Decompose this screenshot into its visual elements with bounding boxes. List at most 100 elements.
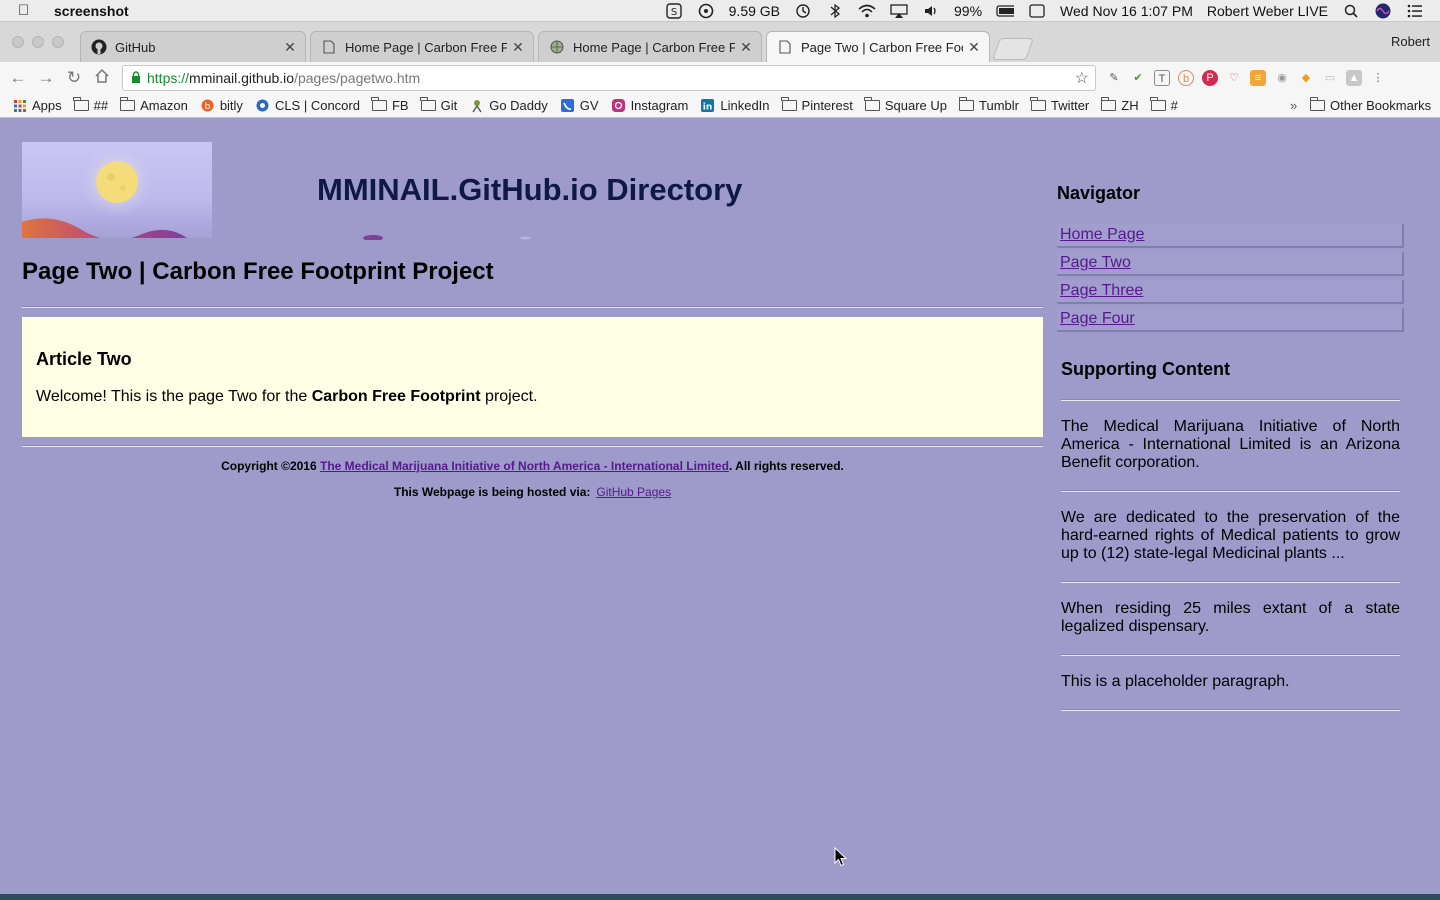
bookmark-label: Apps (32, 98, 62, 113)
bookmark-folder-tumblr[interactable]: Tumblr (958, 97, 1019, 113)
close-tab-icon[interactable]: ✕ (739, 39, 753, 56)
bookmark-go-daddy[interactable]: Go Daddy (469, 98, 548, 113)
bookmark-gv[interactable]: GV (560, 98, 599, 113)
bookmark-folder-hashhash[interactable]: ## (73, 97, 108, 113)
bookmark-star-icon[interactable]: ☆ (1075, 68, 1089, 88)
nav-link-home-page[interactable]: Home Page (1057, 224, 1404, 248)
siri-icon[interactable] (1374, 3, 1392, 19)
orange-diamond-extension-icon[interactable]: ◆ (1298, 70, 1314, 86)
bookmark-apps[interactable]: Apps (12, 98, 62, 113)
user-extension-icon[interactable]: ▲ (1346, 70, 1362, 86)
bookmark-folder-zh[interactable]: ZH (1100, 97, 1139, 113)
bookmark-folder-fb[interactable]: FB (371, 97, 409, 113)
orange-square-extension-icon[interactable]: ≡ (1250, 70, 1266, 86)
mouse-cursor-icon (834, 847, 848, 867)
nav-link-page-two[interactable]: Page Two (1057, 252, 1404, 276)
bookmark-label: GV (579, 98, 599, 113)
reload-icon[interactable]: ↻ (60, 68, 88, 88)
pinterest-icon[interactable]: P (1202, 70, 1218, 86)
new-tab-button[interactable] (991, 38, 1035, 60)
home-icon[interactable] (88, 68, 116, 89)
wifi-icon[interactable] (858, 3, 876, 19)
bookmarks-overflow-icon[interactable]: » (1290, 98, 1297, 113)
google-voice-icon (560, 99, 575, 112)
bookmark-folder-pinterest[interactable]: Pinterest (781, 97, 853, 113)
other-bookmarks-label: Other Bookmarks (1330, 98, 1432, 113)
s-app-icon[interactable]: S (665, 2, 683, 19)
address-bar[interactable]: https:// mminail.github.io /pages/pagetw… (122, 65, 1096, 91)
bookmark-folder-hash[interactable]: # (1150, 97, 1178, 113)
close-tab-icon[interactable]: ✕ (283, 39, 297, 56)
airplay-icon[interactable] (890, 3, 908, 19)
disk-usage-icon[interactable] (697, 3, 715, 19)
forward-icon[interactable]: → (32, 68, 60, 88)
folder-icon (119, 97, 136, 111)
folder-icon (1309, 97, 1325, 111)
folder-icon (371, 97, 387, 111)
divider (22, 306, 1043, 308)
desktop-background-strip (0, 894, 1440, 900)
bookmark-cls-concord[interactable]: CLS | Concord (255, 98, 360, 113)
organization-link[interactable]: The Medical Marijuana Initiative of Nort… (320, 459, 729, 473)
other-bookmarks-folder[interactable]: Other Bookmarks (1309, 97, 1432, 113)
bookmark-folder-square-up[interactable]: Square Up (864, 97, 947, 113)
minimize-window-button[interactable] (32, 36, 44, 48)
divider (1061, 709, 1400, 711)
t-extension-icon[interactable]: T (1154, 70, 1170, 86)
clock[interactable]: Wed Nov 16 1:07 PM (1060, 3, 1193, 19)
folder-icon (73, 97, 89, 111)
navigator-list: Home Page Page Two Page Three Page Four (1057, 224, 1404, 336)
github-pages-link[interactable]: GitHub Pages (596, 485, 671, 499)
apple-menu-icon[interactable]:  (18, 2, 38, 19)
tab-page-two[interactable]: Page Two | Carbon Free Footp ✕ (766, 31, 990, 62)
globe-icon (549, 39, 565, 55)
url-scheme: https:// (147, 70, 190, 86)
battery-percent[interactable]: 99% (954, 3, 982, 19)
spotlight-search-icon[interactable] (1342, 3, 1360, 19)
notification-center-icon[interactable] (1406, 3, 1424, 19)
folder-icon (1030, 97, 1046, 111)
browser-menu-icon[interactable]: ⋮ (1370, 70, 1386, 86)
profile-button[interactable]: Robert (1391, 34, 1430, 49)
bookmark-bitly[interactable]: b bitly (200, 98, 243, 113)
lock-icon[interactable] (131, 70, 141, 86)
bookmark-folder-git[interactable]: Git (420, 97, 457, 113)
bluetooth-icon[interactable] (826, 3, 844, 19)
time-machine-icon[interactable] (794, 3, 812, 19)
bookmark-label: FB (391, 98, 409, 113)
apps-grid-icon (12, 99, 27, 112)
eyedropper-icon[interactable]: ✎ (1106, 70, 1122, 86)
bookmark-label: ZH (1121, 98, 1139, 113)
folder-icon (958, 97, 974, 111)
tab-title: Page Two | Carbon Free Footp (801, 39, 963, 55)
heart-extension-icon[interactable]: ♡ (1226, 70, 1242, 86)
nav-link-page-three[interactable]: Page Three (1057, 280, 1404, 304)
close-window-button[interactable] (12, 36, 24, 48)
bookmark-label: bitly (219, 98, 243, 113)
nav-link-page-four[interactable]: Page Four (1057, 308, 1404, 332)
app-name-menu[interactable]: screenshot (54, 3, 129, 19)
bookmark-folder-twitter[interactable]: Twitter (1030, 97, 1089, 113)
bookmark-instagram[interactable]: Instagram (611, 98, 689, 113)
bookmark-label: Instagram (630, 98, 689, 113)
supporting-paragraph: The Medical Marijuana Initiative of Nort… (1061, 418, 1400, 471)
back-icon[interactable]: ← (4, 68, 32, 88)
chat-extension-icon[interactable]: ◉ (1274, 70, 1290, 86)
close-tab-icon[interactable]: ✕ (967, 39, 981, 56)
bookmark-linkedin[interactable]: in LinkedIn (700, 98, 770, 113)
bookmark-folder-amazon[interactable]: Amazon (119, 97, 188, 113)
close-tab-icon[interactable]: ✕ (511, 39, 525, 56)
tab-github[interactable]: GitHub ✕ (80, 31, 306, 62)
tab-home-page-2[interactable]: Home Page | Carbon Free Foot ✕ (538, 31, 762, 62)
disk-usage-text[interactable]: 9.59 GB (729, 3, 780, 19)
zoom-window-button[interactable] (52, 36, 64, 48)
battery-icon[interactable] (996, 3, 1015, 19)
orange-circle-extension-icon[interactable]: b (1178, 70, 1194, 86)
user-name-menu[interactable]: Robert Weber LIVE (1207, 3, 1328, 19)
gray-bar-extension-icon[interactable]: ▭ (1322, 70, 1338, 86)
keyboard-input-icon[interactable] (1028, 3, 1046, 19)
tab-home-page-1[interactable]: Home Page | Carbon Free Foot ✕ (310, 31, 534, 62)
bookmark-label: LinkedIn (720, 98, 770, 113)
checkmark-extension-icon[interactable]: ✔ (1130, 70, 1146, 86)
volume-icon[interactable] (922, 3, 940, 19)
